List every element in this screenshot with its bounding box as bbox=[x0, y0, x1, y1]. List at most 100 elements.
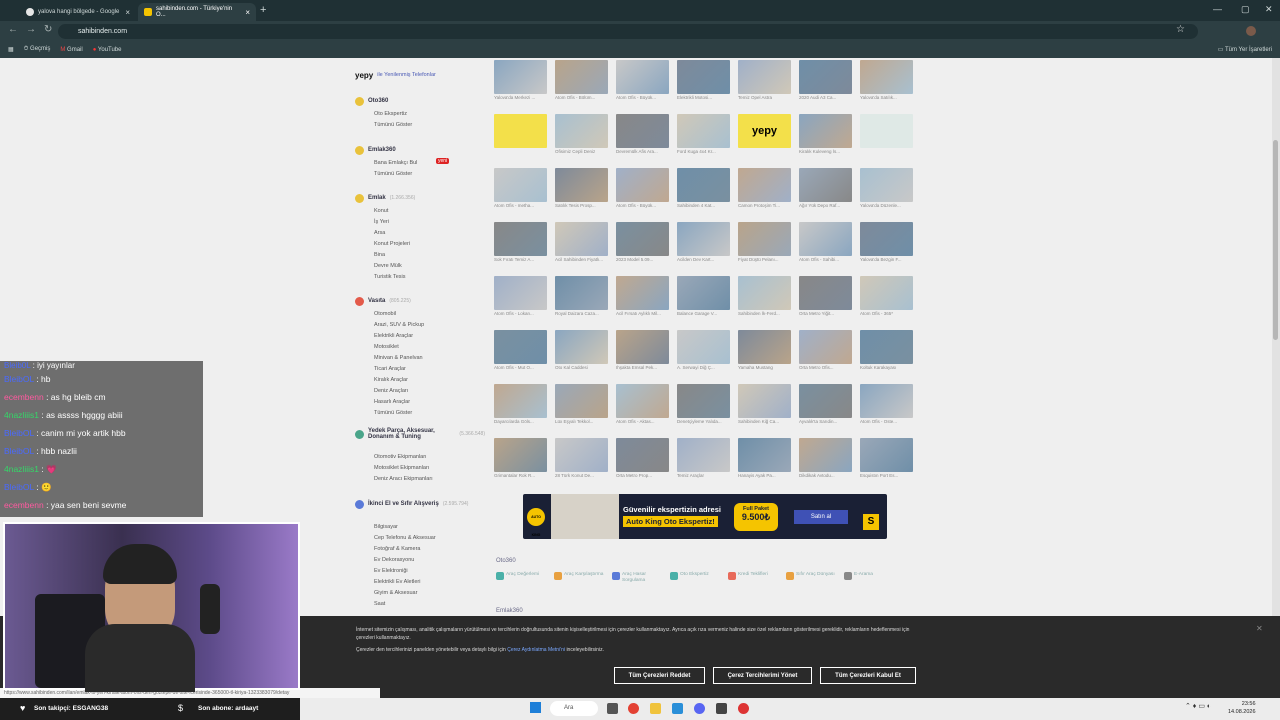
oto360-shortcut[interactable]: Araç Hasar Sorgulama bbox=[612, 572, 664, 584]
chat-username[interactable]: BleibOL bbox=[4, 428, 34, 438]
listing-card[interactable]: Sok Fıratı Temiz A... bbox=[494, 222, 549, 262]
listing-card[interactable]: Royal Daizara Caza... bbox=[555, 276, 610, 316]
file-explorer-icon[interactable] bbox=[650, 703, 661, 714]
address-bar[interactable]: sahibinden.com bbox=[58, 24, 1198, 39]
category-link[interactable]: Devre Mülk bbox=[355, 261, 402, 272]
category-link[interactable]: Fotoğraf & Kamera bbox=[355, 544, 420, 555]
sidebar-vasita[interactable]: Vasıta (805.225) bbox=[355, 294, 411, 308]
category-link[interactable]: Tümünü Göster bbox=[355, 169, 412, 180]
listing-card[interactable]: Camon Protoşim Ti... bbox=[738, 168, 793, 208]
all-bookmarks[interactable]: ▭ Tüm Yer İşaretleri bbox=[1218, 46, 1272, 53]
apps-icon[interactable]: ▦ bbox=[8, 46, 14, 53]
listing-card[interactable]: Lüx Eşyalı Tekkol... bbox=[555, 384, 610, 424]
category-link[interactable]: Otomotiv Ekipmanları bbox=[355, 452, 427, 463]
manage-cookies-button[interactable]: Çerez Tercihlerimi Yönet bbox=[713, 667, 812, 684]
listing-card[interactable]: Yalova'da Düzenle... bbox=[860, 168, 915, 208]
category-link[interactable]: Giyim & Aksesuar bbox=[355, 588, 417, 599]
category-link[interactable]: Cep Telefonu & Aksesuar bbox=[355, 533, 436, 544]
close-cookie-icon[interactable]: ✕ bbox=[1256, 624, 1263, 633]
listing-card[interactable]: Sahibinden İk-Ferd... bbox=[738, 276, 793, 316]
listing-card[interactable]: Atom Ofis - Bölüm... bbox=[555, 60, 610, 100]
listing-card[interactable]: Dikdikak Avtodu... bbox=[799, 438, 854, 478]
category-link[interactable]: Elektrikli Ev Aletleri bbox=[355, 577, 420, 588]
category-link[interactable]: Minivan & Panelvan bbox=[355, 353, 423, 364]
listing-card[interactable]: Atom Ofis - Büyük... bbox=[616, 168, 671, 208]
category-link[interactable]: Deniz Araçları bbox=[355, 386, 408, 397]
category-link[interactable]: Turistik Tesis bbox=[355, 272, 405, 283]
chat-username[interactable]: ecembenn bbox=[4, 392, 44, 402]
close-tab-icon[interactable]: × bbox=[245, 8, 250, 17]
category-link[interactable]: İş Yeri bbox=[355, 217, 389, 228]
listing-card[interactable]: Atom Ofis - metha... bbox=[494, 168, 549, 208]
oto360-shortcut[interactable]: Sıfır Araç Dünyası bbox=[786, 572, 838, 584]
accept-cookies-button[interactable]: Tüm Çerezleri Kabul Et bbox=[820, 667, 916, 684]
oto360-shortcut[interactable]: Araç Karşılaştırma bbox=[554, 572, 606, 584]
sidebar-yedek-parca[interactable]: Yedek Parça, Aksesuar, Donanım & Tuning (… bbox=[355, 427, 485, 441]
category-link[interactable]: Bilgisayar bbox=[355, 522, 398, 533]
cookie-policy-link[interactable]: Çerez Aydınlatma Metni'ni bbox=[507, 647, 565, 653]
listing-card[interactable]: Kiralık Kuleveng İs... bbox=[799, 114, 854, 154]
close-window-icon[interactable]: ✕ bbox=[1265, 4, 1273, 15]
reject-cookies-button[interactable]: Tüm Çerezleri Reddet bbox=[614, 667, 705, 684]
listing-card[interactable]: Balance Garage V... bbox=[677, 276, 732, 316]
category-link[interactable]: Ticari Araçlar bbox=[355, 364, 406, 375]
maximize-icon[interactable]: ▢ bbox=[1241, 4, 1250, 15]
category-link[interactable]: Ev Dekorasyonu bbox=[355, 555, 414, 566]
chat-username[interactable]: Bleib0L bbox=[4, 361, 30, 370]
listing-card[interactable]: Satılık Tesis Prosp... bbox=[555, 168, 610, 208]
listing-card[interactable]: yepy bbox=[738, 114, 793, 149]
telegram-icon[interactable] bbox=[672, 703, 683, 714]
listing-card[interactable]: A. Serwayi Diğ Ç... bbox=[677, 330, 732, 370]
category-link[interactable]: Konut Projeleri bbox=[355, 239, 410, 250]
scrollbar-thumb[interactable] bbox=[1273, 140, 1278, 340]
listing-card[interactable]: Atom Ofis - Büyük... bbox=[616, 60, 671, 100]
obs-icon[interactable] bbox=[716, 703, 727, 714]
windows-start-icon[interactable] bbox=[530, 702, 541, 713]
oto360-shortcut[interactable]: Kredi Teklifleri bbox=[728, 572, 780, 584]
oto360-shortcut[interactable]: Araç Değerlemi bbox=[496, 572, 548, 584]
listing-card[interactable]: Acil Fırsatı Aylıklı Mil... bbox=[616, 276, 671, 316]
category-link[interactable]: Hasarlı Araçlar bbox=[355, 397, 410, 408]
sidebar-emlak360[interactable]: Emlak360 bbox=[355, 143, 396, 157]
listing-card[interactable]: Orta Metro Ofis... bbox=[799, 330, 854, 370]
listing-card[interactable]: Sahibinden Kiğ Ca... bbox=[738, 384, 793, 424]
back-icon[interactable]: ← bbox=[8, 24, 18, 35]
listing-card[interactable]: Ayvalık'ta Sarıdin... bbox=[799, 384, 854, 424]
sidebar-ikinci-el[interactable]: İkinci El ve Sıfır Alışveriş (2.595.794) bbox=[355, 497, 468, 511]
listing-card[interactable]: Ofisimiz Cepli Deniz bbox=[555, 114, 610, 154]
listing-card[interactable]: Atom Ofis - Lokan... bbox=[494, 276, 549, 316]
discord-icon[interactable] bbox=[694, 703, 705, 714]
category-link[interactable]: Bina bbox=[355, 250, 385, 261]
listing-card[interactable]: Orta Metro Prop... bbox=[616, 438, 671, 478]
category-link[interactable]: Arsa bbox=[355, 228, 385, 239]
bookmark-youtube[interactable]: ● YouTube bbox=[93, 47, 122, 53]
category-link[interactable]: Saat bbox=[355, 599, 385, 610]
category-link[interactable]: Arazi, SUV & Pickup bbox=[355, 320, 424, 331]
tab-google[interactable]: yalova hangi bölgede - Google × bbox=[20, 3, 136, 21]
listing-card[interactable]: Oto Kal Caddesi bbox=[555, 330, 610, 370]
listing-card[interactable]: Ford Kuga 4x4 Kr... bbox=[677, 114, 732, 154]
listing-card[interactable]: Ihşakta Emsal Pek... bbox=[616, 330, 671, 370]
category-link[interactable]: Deniz Aracı Ekipmanları bbox=[355, 474, 433, 485]
category-link[interactable]: Otomobil bbox=[355, 309, 396, 320]
listing-card[interactable]: Koltuk Karakayası bbox=[860, 330, 915, 370]
profile-avatar[interactable] bbox=[1246, 26, 1256, 36]
listing-card[interactable]: Atom Ofis - Oste... bbox=[860, 384, 915, 424]
task-view-icon[interactable] bbox=[607, 703, 618, 714]
category-link[interactable]: Konut bbox=[355, 206, 388, 217]
yepy-link[interactable]: yepy ile Yenilenmiş Telefonlar bbox=[355, 68, 436, 82]
listing-card[interactable]: 28 Türk Konut De... bbox=[555, 438, 610, 478]
category-link[interactable]: Ev Elektroniği bbox=[355, 566, 408, 577]
listing-card[interactable]: Acilden Dev Kart... bbox=[677, 222, 732, 262]
listing-card[interactable]: Temiz Araçlar bbox=[677, 438, 732, 478]
listing-card[interactable]: 2023 Model 5.09... bbox=[616, 222, 671, 262]
category-link[interactable]: Motosiklet Ekipmanları bbox=[355, 463, 429, 474]
chat-username[interactable]: 4nazliiis1 bbox=[4, 464, 39, 474]
tray-icons[interactable]: ⌃ ♦ ▭ ◐ bbox=[1185, 702, 1211, 710]
listing-card[interactable]: Atom Ofis - Aktas... bbox=[616, 384, 671, 424]
listing-card[interactable]: Atom Ofis - 365* bbox=[860, 276, 915, 316]
sidebar-emlak[interactable]: Emlak (1.266.356) bbox=[355, 191, 415, 205]
listing-card[interactable] bbox=[494, 114, 549, 149]
listing-card[interactable]: Fiyat Düştü Pelanı... bbox=[738, 222, 793, 262]
chat-username[interactable]: ecembenn bbox=[4, 500, 44, 510]
